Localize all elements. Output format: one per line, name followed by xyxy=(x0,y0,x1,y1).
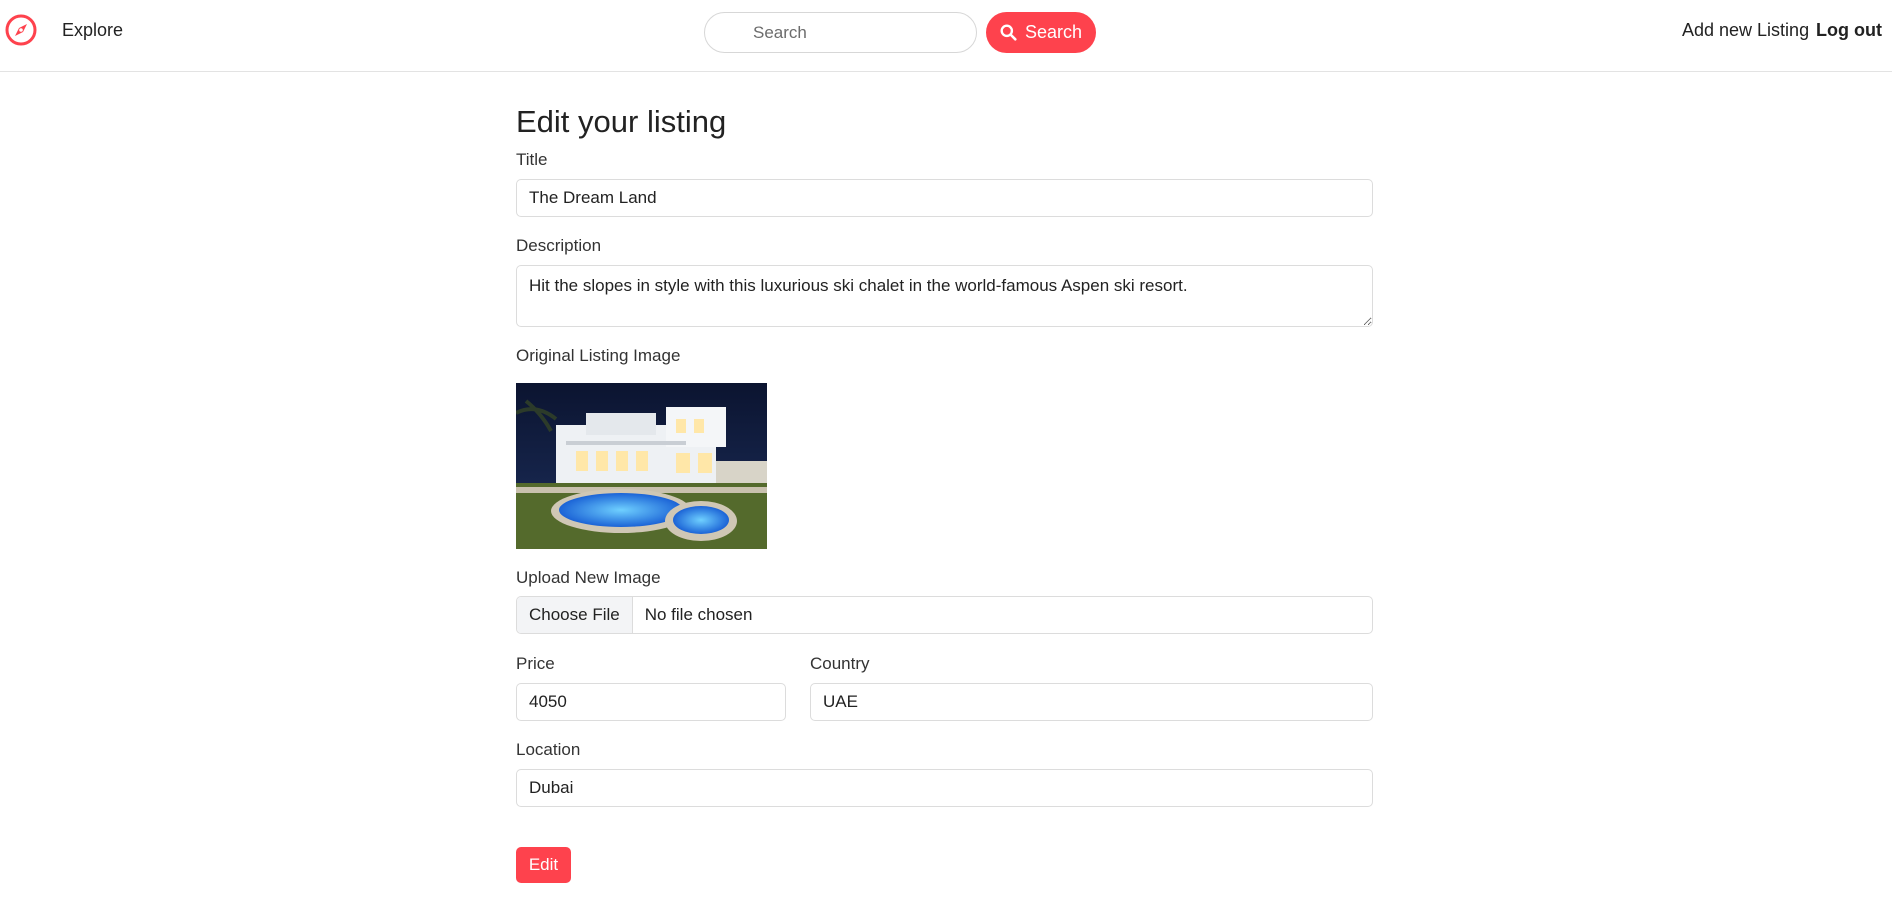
navbar: Explore Search Add new Listing Log out xyxy=(0,0,1892,72)
logout-link[interactable]: Log out xyxy=(1816,20,1882,41)
page-title: Edit your listing xyxy=(516,104,727,139)
search-button[interactable]: Search xyxy=(986,12,1096,53)
original-image-label: Original Listing Image xyxy=(516,346,681,365)
description-label: Description xyxy=(516,236,602,255)
edit-submit-button[interactable]: Edit xyxy=(516,847,571,883)
file-status-text: No file chosen xyxy=(644,605,753,624)
country-label: Country xyxy=(810,654,870,673)
location-label: Location xyxy=(516,740,581,759)
search-button-label: Search xyxy=(1024,22,1083,42)
upload-image-label: Upload New Image xyxy=(516,568,661,587)
compass-icon[interactable] xyxy=(5,14,37,46)
add-new-listing-link[interactable]: Add new Listing xyxy=(1682,20,1809,41)
price-label: Price xyxy=(516,654,555,673)
price-input[interactable] xyxy=(516,683,786,721)
title-label: Title xyxy=(516,150,548,169)
location-input[interactable] xyxy=(516,769,1373,807)
title-input[interactable] xyxy=(516,179,1373,217)
choose-file-button[interactable]: Choose File xyxy=(517,597,633,633)
search-icon xyxy=(1000,24,1017,41)
search-input[interactable] xyxy=(704,12,977,53)
description-textarea[interactable]: Hit the slopes in style with this luxuri… xyxy=(516,265,1373,327)
nav-explore-link[interactable]: Explore xyxy=(62,20,123,41)
file-input[interactable]: Choose File No file chosen xyxy=(516,596,1373,634)
listing-image xyxy=(516,383,767,549)
country-input[interactable] xyxy=(810,683,1373,721)
